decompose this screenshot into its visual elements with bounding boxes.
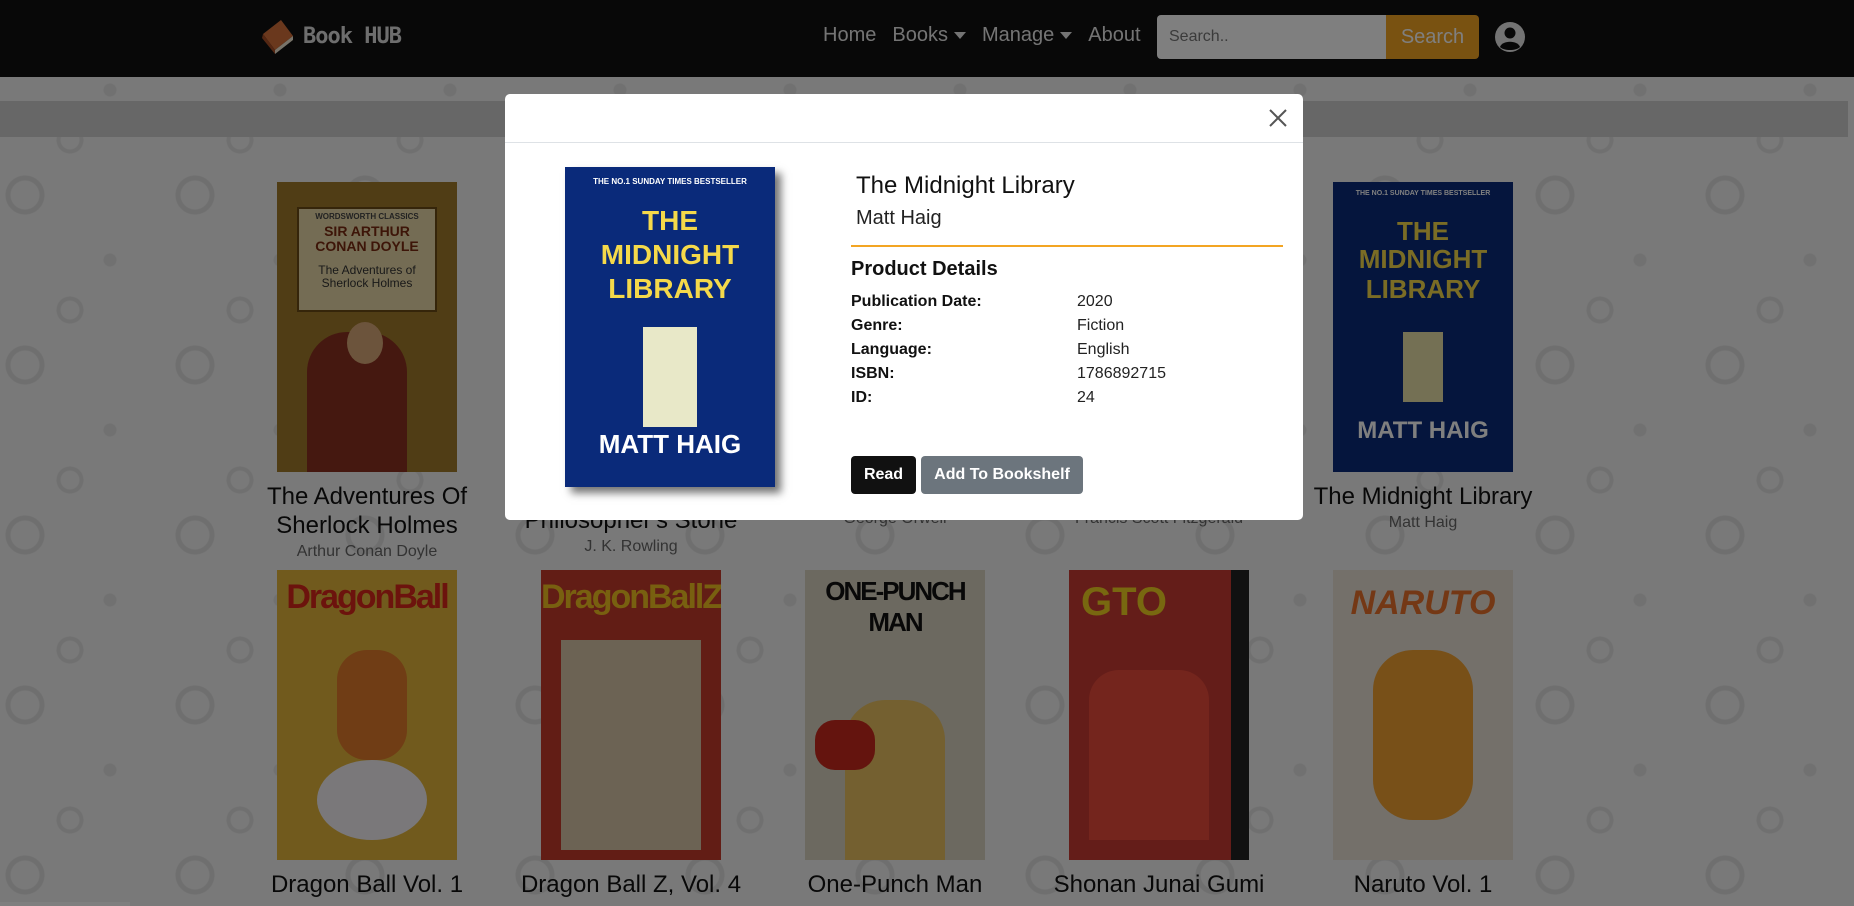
modal-header — [505, 94, 1303, 143]
read-button[interactable]: Read — [851, 456, 916, 494]
detail-author: Matt Haig — [856, 207, 942, 229]
detail-label: Publication Date: — [851, 293, 982, 310]
detail-label: ISBN: — [851, 365, 895, 382]
divider — [851, 245, 1283, 247]
cover-text: MATT HAIG — [598, 429, 742, 459]
detail-label: ID: — [851, 389, 873, 406]
cover-text: LIBRARY — [608, 273, 732, 304]
product-details-heading: Product Details — [851, 258, 998, 280]
detail-value: 24 — [1077, 389, 1095, 406]
detail-value: 2020 — [1077, 293, 1113, 310]
cover-text: THE NO.1 SUNDAY TIMES BESTSELLER — [593, 177, 747, 186]
cover-text: MIDNIGHT — [600, 239, 740, 270]
book-detail-modal: THE NO.1 SUNDAY TIMES BESTSELLER THE MID… — [505, 94, 1303, 520]
detail-value: Fiction — [1077, 317, 1125, 334]
detail-book-cover: THE NO.1 SUNDAY TIMES BESTSELLER THE MID… — [565, 167, 775, 487]
close-icon[interactable] — [1266, 106, 1290, 130]
detail-value: 1786892715 — [1077, 365, 1166, 382]
detail-title: The Midnight Library — [856, 172, 1075, 199]
detail-label: Language: — [851, 341, 932, 358]
detail-label: Genre: — [851, 317, 903, 334]
cover-text: THE — [642, 205, 698, 236]
add-to-bookshelf-button[interactable]: Add To Bookshelf — [921, 456, 1083, 494]
cover-illustration — [643, 327, 697, 427]
detail-value: English — [1077, 341, 1130, 358]
